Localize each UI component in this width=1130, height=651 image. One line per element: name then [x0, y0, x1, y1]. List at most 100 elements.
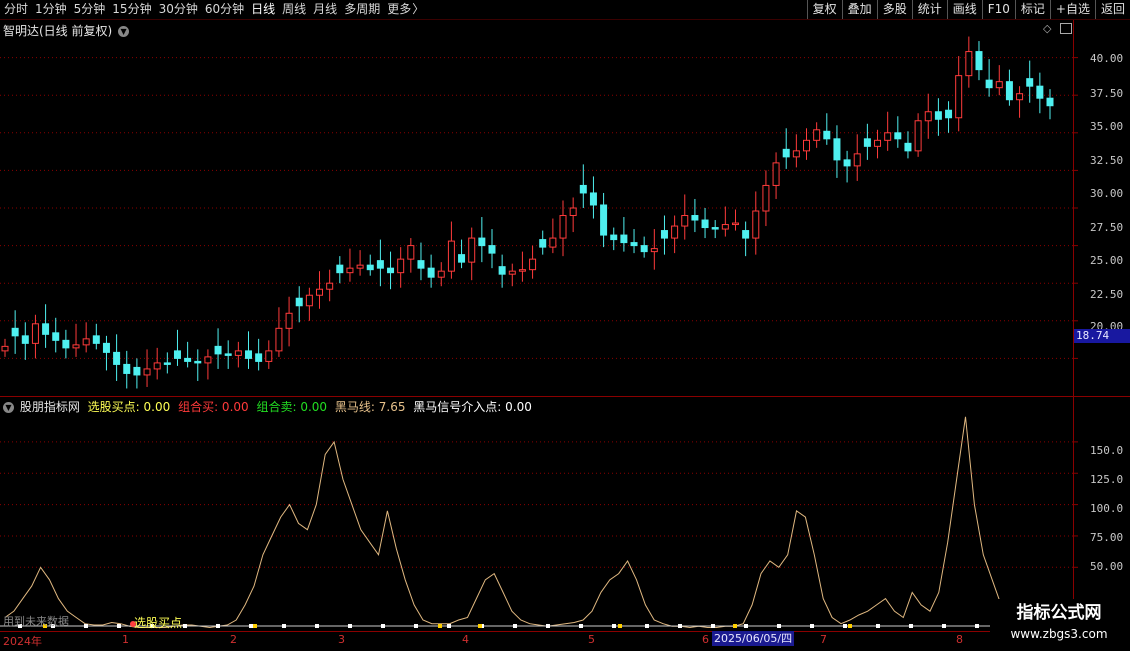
candle-body [721, 224, 729, 230]
candle-body [569, 207, 577, 217]
candle-body [123, 363, 131, 374]
price-tick: 27.50 [1090, 221, 1124, 234]
candle-body [326, 282, 334, 290]
candle-body [1, 345, 9, 352]
indicator-tick: 75.00 [1090, 531, 1124, 544]
buy-point-label: 选股买点 [134, 616, 183, 630]
candle-body [143, 368, 151, 376]
signal-marker [381, 624, 385, 628]
candle-body [549, 237, 557, 248]
candle-body [356, 264, 364, 269]
indicator-tick: 100.0 [1090, 502, 1124, 515]
candle-body [82, 338, 90, 346]
date-label: 2024年 [3, 635, 42, 648]
candle-body [924, 111, 932, 122]
candle-body [660, 230, 668, 239]
candle-body [813, 129, 821, 141]
signal-marker [645, 624, 649, 628]
candle-body [853, 153, 861, 167]
price-axis-line [1073, 20, 1074, 630]
candle-body [305, 294, 313, 307]
candle-body [823, 130, 831, 140]
candle-body [346, 267, 354, 274]
indicator-value: 组合卖: 0.00 [256, 400, 328, 414]
candle-body [701, 219, 709, 229]
candle-body [894, 132, 902, 140]
candle-body [285, 312, 293, 329]
candle-body [539, 239, 547, 248]
date-label: 3 [338, 633, 345, 646]
candle-body [711, 227, 719, 230]
date-axis: 2024年 1 2 3 4 5 6 7 8 [0, 631, 1073, 651]
signal-marker [843, 624, 847, 628]
candle-body [255, 353, 263, 362]
signal-marker-yellow [438, 624, 442, 628]
candle-body [417, 260, 425, 269]
panel-separator [0, 396, 1130, 397]
candle-body [904, 142, 912, 152]
signal-marker-yellow [253, 624, 257, 628]
candle-body [874, 139, 882, 147]
indicator-value: 黑马信号介入点: 0.00 [413, 400, 532, 414]
candle-body [488, 245, 496, 254]
price-tick: 40.00 [1090, 52, 1124, 65]
signal-marker [975, 624, 979, 628]
candle-body [650, 248, 658, 253]
window-toggle-icon[interactable] [1060, 23, 1072, 34]
candle-body [782, 148, 790, 158]
candle-body [975, 51, 983, 71]
date-label: 4 [462, 633, 469, 646]
signal-marker [315, 624, 319, 628]
candle-body [62, 339, 70, 349]
candle-body [620, 234, 628, 244]
candle-body [945, 109, 953, 119]
date-label: 2 [230, 633, 237, 646]
candle-body [437, 270, 445, 278]
candle-body [752, 210, 760, 239]
stock-title: 智明达(日线 前复权) [3, 24, 113, 38]
candle-body [407, 245, 415, 260]
candle-body [478, 237, 486, 247]
cursor-date-tag: 2025/06/05/四 [712, 631, 795, 646]
candle-body [72, 344, 80, 349]
candle-body [397, 258, 405, 274]
candle-body [965, 51, 973, 77]
candle-body [600, 204, 608, 236]
candle-body [153, 362, 161, 370]
candle-body [102, 342, 110, 353]
chevron-down-icon[interactable]: ▼ [118, 26, 130, 37]
watermark: 指标公式网 www.zbgs3.com [990, 599, 1128, 647]
candle-body [316, 288, 324, 296]
candle-body [133, 366, 141, 376]
signal-marker [117, 624, 121, 628]
candle-body [295, 297, 303, 307]
price-tick: 30.00 [1090, 187, 1124, 200]
candle-body [244, 350, 252, 359]
candle-body [863, 138, 871, 147]
chevron-down-icon[interactable]: ▼ [3, 402, 14, 413]
candle-body [914, 120, 922, 152]
price-tick: 22.50 [1090, 288, 1124, 301]
candle-body [762, 184, 770, 212]
indicator-tick: 125.0 [1090, 473, 1124, 486]
signal-marker [348, 624, 352, 628]
diamond-icon[interactable]: ◇ [1043, 22, 1051, 35]
candle-body [336, 264, 344, 274]
candle-body [772, 162, 780, 186]
candle-body [31, 323, 39, 344]
candle-body [671, 225, 679, 239]
heima-line [4, 416, 1011, 629]
signal-marker [513, 624, 517, 628]
candle-body [468, 237, 476, 263]
candle-body [1016, 93, 1024, 101]
candle-body [387, 267, 395, 274]
signal-marker-yellow [733, 624, 737, 628]
candle-body [803, 139, 811, 152]
chart-canvas[interactable] [0, 0, 1130, 650]
candle-body [92, 335, 100, 344]
signal-marker [216, 624, 220, 628]
signal-marker-yellow [618, 624, 622, 628]
candle-body [955, 75, 963, 119]
indicator-name[interactable]: 股朋指标网 [20, 400, 80, 414]
main-panel-title: 智明达(日线 前复权) ▼ [3, 22, 130, 39]
